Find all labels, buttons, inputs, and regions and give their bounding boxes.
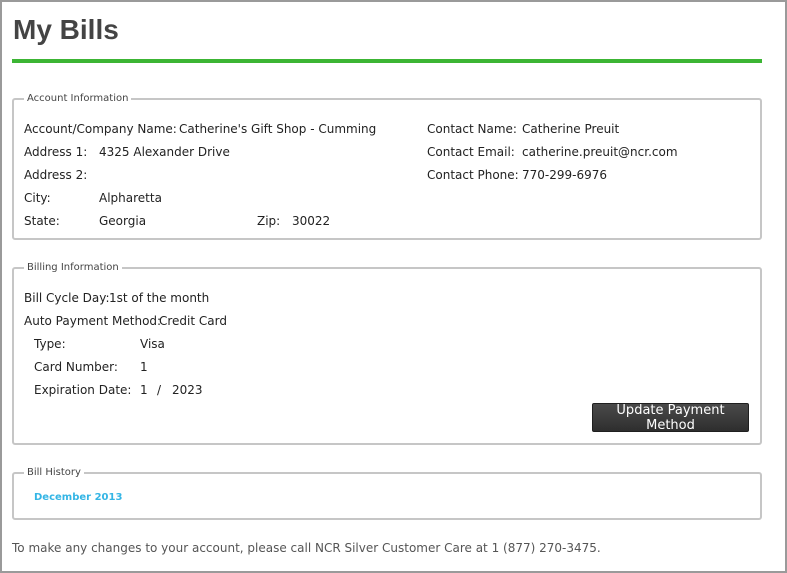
- bill-history-section: Bill History: [12, 467, 762, 520]
- city-value: Alpharetta: [99, 191, 162, 205]
- support-footer-text: To make any changes to your account, ple…: [12, 541, 601, 555]
- page-title: My Bills: [13, 14, 119, 45]
- card-number-label: Card Number:: [34, 360, 118, 374]
- expiration-label: Expiration Date:: [34, 383, 132, 397]
- auto-payment-value: Credit Card: [159, 314, 227, 328]
- zip-value: 30022: [292, 214, 331, 228]
- update-payment-method-button[interactable]: Update Payment Method: [592, 403, 749, 433]
- contact-phone-value: 770-299-6976: [522, 168, 608, 182]
- account-info-legend: Account Information: [27, 93, 129, 104]
- contact-email-value: catherine.preuit@ncr.com: [522, 145, 678, 159]
- contact-name-value: Catherine Preuit: [522, 122, 620, 136]
- state-value: Georgia: [99, 214, 147, 228]
- card-type-value: Visa: [140, 337, 165, 351]
- company-value: Catherine's Gift Shop - Cumming: [179, 122, 377, 136]
- expiration-month: 1: [140, 383, 148, 397]
- contact-name-label: Contact Name:: [427, 122, 517, 136]
- city-label: City:: [24, 191, 51, 205]
- title-divider: [12, 59, 762, 63]
- address2-label: Address 2:: [24, 168, 88, 182]
- bill-history-legend: Bill History: [27, 467, 81, 478]
- bill-cycle-value: 1st of the month: [109, 291, 210, 305]
- zip-label: Zip:: [257, 214, 281, 228]
- billing-info-legend: Billing Information: [27, 262, 119, 273]
- address1-value: 4325 Alexander Drive: [99, 145, 230, 159]
- expiration-separator: /: [157, 383, 162, 397]
- card-type-label: Type:: [34, 337, 66, 351]
- state-label: State:: [24, 214, 60, 228]
- expiration-year: 2023: [172, 383, 203, 397]
- bills-window: My Bills Account Information Account/Com…: [0, 0, 787, 573]
- bill-cycle-label: Bill Cycle Day:: [24, 291, 110, 305]
- address1-label: Address 1:: [24, 145, 88, 159]
- contact-email-label: Contact Email:: [427, 145, 515, 159]
- bill-history-link-december-2013[interactable]: December 2013: [34, 492, 122, 503]
- card-number-value: 1: [140, 360, 148, 374]
- auto-payment-label: Auto Payment Method:: [24, 314, 162, 328]
- company-label: Account/Company Name:: [24, 122, 177, 136]
- contact-phone-label: Contact Phone:: [427, 168, 519, 182]
